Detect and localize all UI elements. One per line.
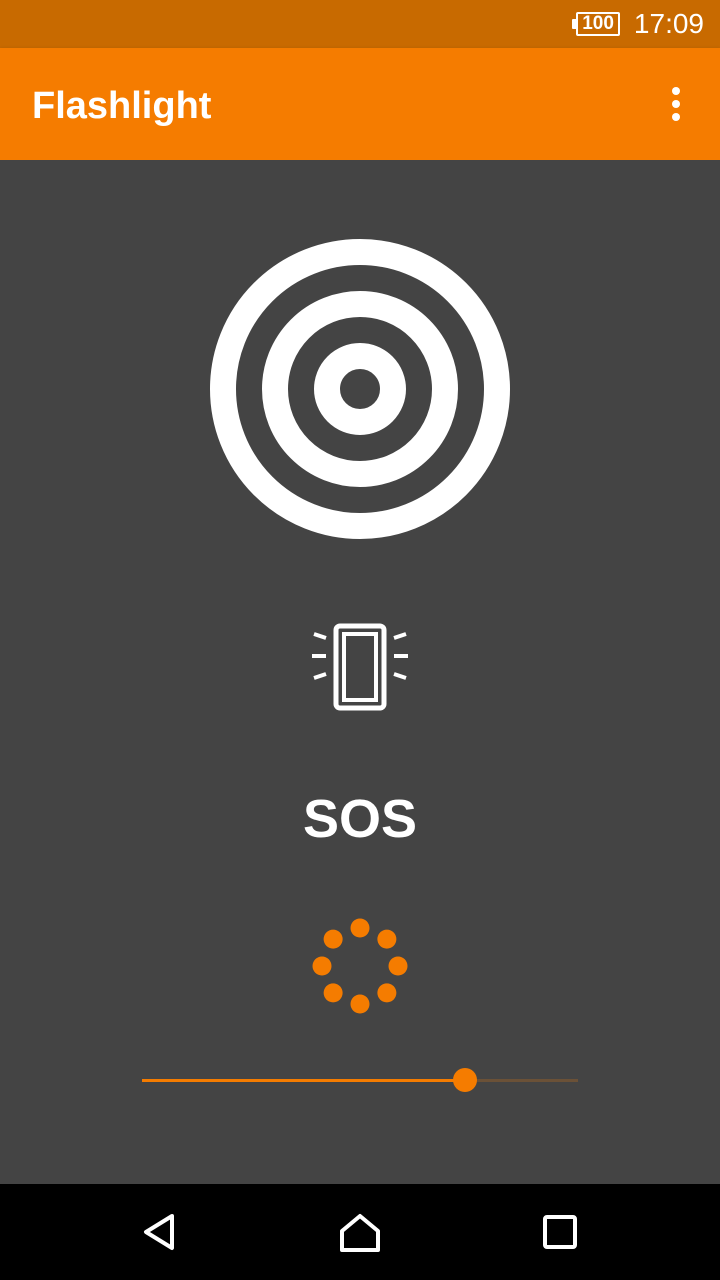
main-content: SOS (0, 160, 720, 1184)
status-time: 17:09 (633, 8, 704, 39)
slider-track-active (142, 1079, 465, 1082)
spinner-dot (323, 983, 343, 1003)
concentric-circles-icon[interactable] (210, 239, 510, 539)
navigation-bar (0, 1184, 720, 1280)
menu-dot (672, 113, 680, 121)
brightness-slider[interactable] (142, 1064, 578, 1096)
spinner-dot (312, 956, 332, 976)
recents-square-icon[interactable] (536, 1208, 584, 1256)
status-bar: 100 17:09 (0, 0, 720, 48)
spinner-dot (350, 994, 370, 1014)
app-title: Flashlight (32, 85, 212, 127)
back-triangle-icon[interactable] (136, 1208, 184, 1256)
spinner-dot (377, 983, 397, 1003)
sos-button[interactable]: SOS (0, 787, 720, 851)
menu-dot (672, 87, 680, 95)
spinner-dot (350, 918, 370, 938)
spinner-dot (388, 956, 408, 976)
battery-level: 100 (576, 12, 620, 36)
menu-dot (672, 100, 680, 108)
dots-spinner-icon (312, 918, 408, 1014)
phone-flashing-icon[interactable] (306, 618, 414, 718)
more-vert-icon[interactable] (656, 84, 696, 124)
slider-thumb[interactable] (452, 1068, 477, 1092)
spinner-dot (323, 929, 343, 949)
battery-indicator: 100 (572, 12, 620, 36)
spinner-dot (377, 929, 397, 949)
app-bar: Flashlight (0, 48, 720, 160)
home-icon[interactable] (336, 1208, 384, 1256)
